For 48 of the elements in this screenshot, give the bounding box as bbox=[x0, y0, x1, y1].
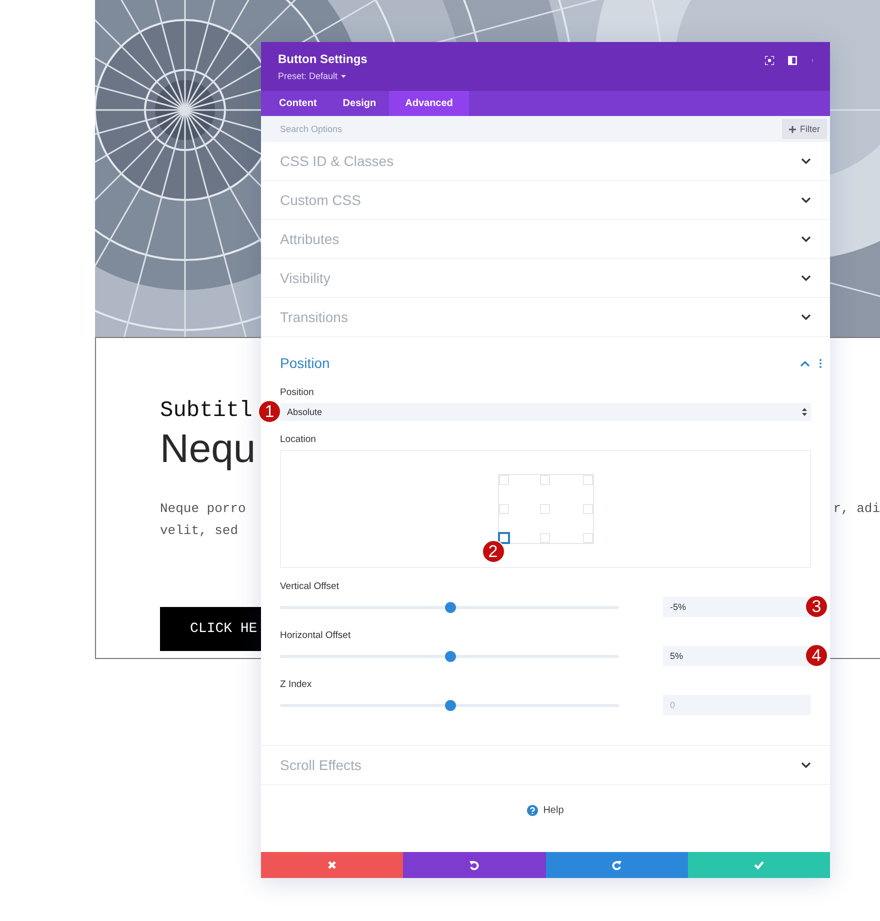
chevron-down-icon[interactable] bbox=[801, 274, 811, 282]
slider-handle[interactable] bbox=[444, 700, 456, 710]
more-icon[interactable] bbox=[819, 358, 822, 368]
sidebar-icon[interactable] bbox=[788, 56, 797, 65]
tab[interactable]: Design bbox=[330, 91, 390, 116]
field-label: Position bbox=[280, 387, 315, 398]
value-field[interactable]: 5% bbox=[663, 646, 811, 666]
focus-icon[interactable] bbox=[765, 56, 774, 65]
tab[interactable]: Advanced bbox=[389, 91, 469, 116]
chevron-down-icon[interactable] bbox=[801, 158, 811, 164]
value-field[interactable]: -5% bbox=[663, 597, 811, 617]
undo-icon bbox=[469, 860, 480, 870]
field-label: Z Index bbox=[280, 679, 313, 690]
position-select[interactable]: Absolute bbox=[280, 403, 811, 421]
field-label: Vertical Offset bbox=[280, 581, 340, 592]
step-marker: 1 bbox=[258, 400, 281, 423]
caret-icon bbox=[340, 74, 346, 78]
help-icon bbox=[527, 805, 538, 816]
chevron-up-icon[interactable] bbox=[800, 360, 810, 366]
field-label: Location bbox=[280, 434, 317, 445]
section-header[interactable]: Position bbox=[280, 355, 330, 371]
close-icon bbox=[327, 860, 338, 870]
paragraph-text: Neque porro bbox=[160, 500, 246, 518]
paragraph-text: velit, sed bbox=[160, 522, 238, 540]
chevron-down-icon[interactable] bbox=[801, 762, 811, 768]
heading: Nequ bbox=[160, 427, 256, 472]
paragraph-text: r, adi bbox=[833, 500, 880, 518]
search-field[interactable]: Search Options bbox=[280, 124, 480, 134]
chevron-down-icon[interactable] bbox=[801, 314, 811, 320]
chevron-down-icon[interactable] bbox=[801, 236, 811, 242]
filter-button[interactable]: Filter bbox=[782, 119, 827, 139]
redo-icon bbox=[612, 860, 622, 870]
tab[interactable]: Content bbox=[266, 91, 330, 116]
slider-handle[interactable] bbox=[444, 650, 456, 662]
location-option[interactable] bbox=[498, 532, 510, 544]
step-marker: 4 bbox=[805, 644, 828, 667]
sort-arrows-icon bbox=[802, 408, 807, 416]
chevron-down-icon[interactable] bbox=[801, 196, 811, 204]
subtitle: Subtitl bbox=[160, 398, 252, 423]
help-link[interactable]: Help bbox=[527, 805, 564, 816]
value-field[interactable]: 0 bbox=[663, 695, 811, 715]
slider-handle[interactable] bbox=[444, 602, 456, 612]
preset-dropdown[interactable]: Preset: Default bbox=[278, 71, 346, 81]
step-marker: 2 bbox=[482, 540, 504, 563]
step-marker: 3 bbox=[805, 595, 828, 618]
check-icon bbox=[754, 860, 764, 870]
modal-title: Button Settings bbox=[278, 52, 368, 66]
plus-icon bbox=[789, 126, 796, 132]
